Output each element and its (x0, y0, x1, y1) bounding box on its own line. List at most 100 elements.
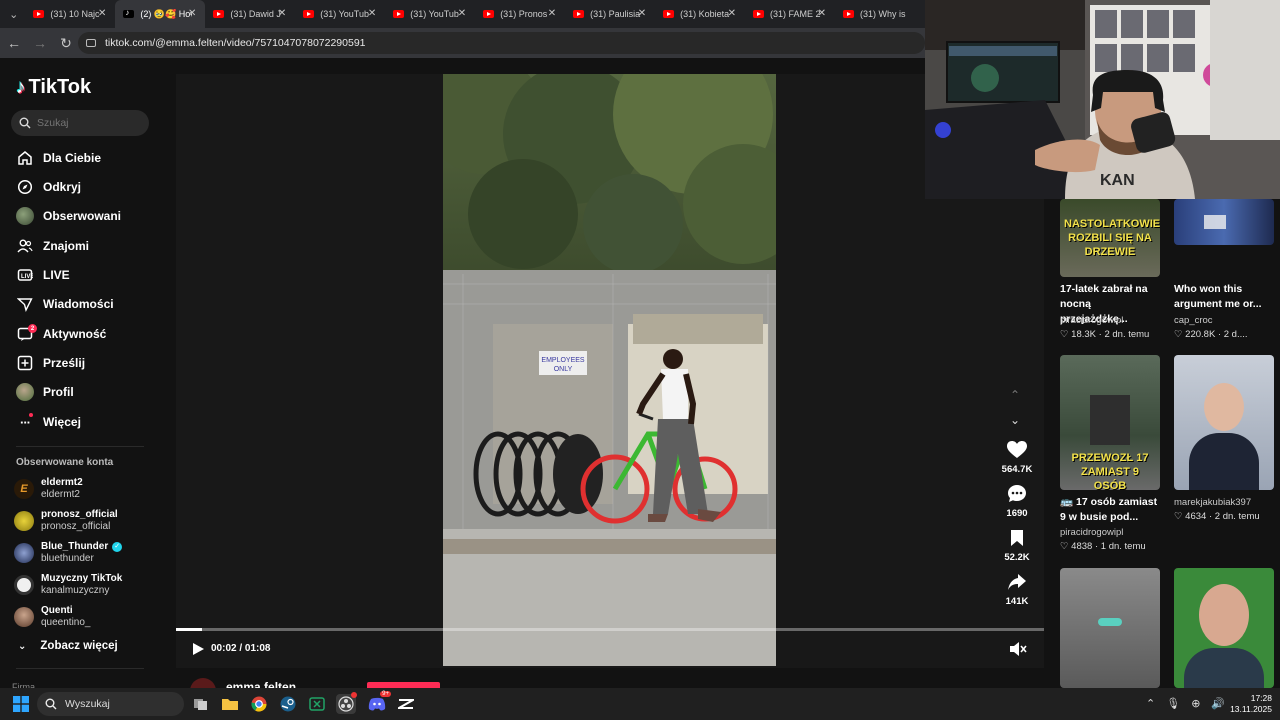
browser-tab[interactable]: (31) 10 Najc ✕ (25, 0, 115, 28)
see-more-button[interactable]: ⌄ Zobacz więcej (18, 640, 118, 652)
nav-label: LIVE (43, 268, 70, 282)
recommendation-meta: ♡ 4634 · 2 dn. temu (1174, 511, 1260, 522)
thumbnail-overlay-text: PRZEWOZŁ 17 ZAMIAST 9 OSÓB (1071, 452, 1149, 490)
nav-upload[interactable]: Prześlij (16, 352, 85, 374)
avatar: E (14, 479, 34, 499)
browser-tab[interactable]: (31) Paulisia ✕ (565, 0, 655, 28)
close-tab-icon[interactable]: ✕ (728, 8, 736, 19)
discord-icon[interactable]: 9+ (367, 691, 391, 714)
author-name[interactable]: emma.felten (226, 680, 296, 688)
steam-icon[interactable] (278, 694, 298, 714)
close-tab-icon[interactable]: ✕ (98, 8, 106, 19)
nav-live[interactable]: LIVE LIVE (16, 264, 70, 286)
browser-tab[interactable]: (31) Dawid J ✕ (205, 0, 295, 28)
next-video-icon[interactable]: ⌄ (1010, 413, 1020, 427)
close-tab-icon[interactable]: ✕ (368, 8, 376, 19)
back-arrow-icon[interactable]: ← (2, 31, 26, 55)
chrome-icon[interactable] (249, 694, 269, 714)
recommendation-thumbnail[interactable] (1060, 568, 1160, 688)
site-info-icon[interactable] (86, 39, 96, 47)
tiktok-logo[interactable]: ♪ TikTok (16, 76, 91, 99)
task-view-icon[interactable] (191, 694, 211, 714)
play-icon[interactable] (191, 642, 205, 656)
nav-following[interactable]: Obserwowani (16, 205, 121, 227)
close-tab-icon[interactable]: ✕ (548, 8, 556, 19)
nav-label: Aktywność (43, 327, 107, 341)
tab-title: (31) YouTub (410, 9, 459, 19)
recommendation-title[interactable]: Who won this argument me or... (1174, 282, 1274, 312)
capcut-icon[interactable] (396, 694, 416, 714)
chevron-up-icon[interactable]: ⌃ (1146, 697, 1155, 710)
recommendation-author[interactable]: marekjakubiak397 (1174, 497, 1251, 508)
close-tab-icon[interactable]: ✕ (188, 8, 196, 19)
browser-tab[interactable]: (31) FAME 2 ✕ (745, 0, 835, 28)
tab-title: (31) FAME 2 (770, 9, 821, 19)
search-icon (19, 117, 31, 129)
video-progress-bar[interactable] (176, 628, 1044, 631)
nav-friends[interactable]: Znajomi (16, 235, 89, 257)
browser-tab[interactable]: (31) YouTub ✕ (385, 0, 475, 28)
like-button[interactable]: 564.7K (992, 440, 1042, 475)
messages-icon (16, 295, 34, 313)
video-progress-fill (176, 628, 203, 631)
tab-title: (31) YouTub (320, 9, 369, 19)
tab-search-button[interactable]: ⌄ (2, 4, 25, 24)
heart-outline-icon: ♡ (1060, 541, 1069, 552)
bookmark-button[interactable]: 52.2K (992, 528, 1042, 563)
followed-account[interactable]: pronosz_official pronosz_official (14, 506, 118, 536)
recommendation-title[interactable]: 🚌 17 osób zamiast 9 w busie pod... (1060, 495, 1160, 525)
recommendation-thumbnail[interactable] (1174, 568, 1274, 688)
forward-arrow-icon[interactable]: → (28, 31, 52, 55)
recommendation-thumbnail[interactable]: PRZEWOZŁ 17 ZAMIAST 9 OSÓB (1060, 355, 1160, 490)
sign-text: ONLY (554, 366, 573, 373)
close-tab-icon[interactable]: ✕ (638, 8, 646, 19)
tab-title: (31) Paulisia (590, 9, 641, 19)
nav-label: Prześlij (43, 356, 86, 370)
file-explorer-icon[interactable] (220, 694, 240, 714)
nav-explore[interactable]: Odkryj (16, 176, 81, 198)
close-tab-icon[interactable]: ✕ (458, 8, 466, 19)
close-tab-icon[interactable]: ✕ (278, 8, 286, 19)
author-avatar[interactable] (190, 678, 216, 688)
search-box[interactable] (11, 110, 149, 136)
taskbar-search[interactable]: Wyszukaj (37, 692, 184, 716)
nav-more[interactable]: ··· Więcej (16, 411, 81, 433)
system-clock[interactable]: 17:28 13.11.2025 (1222, 693, 1272, 715)
browser-tab[interactable]: (31) Kobieta ✕ (655, 0, 745, 28)
followed-account[interactable]: Quenti queentino_ (14, 602, 91, 632)
recommendation-author[interactable]: piracidrogowipl (1060, 315, 1123, 326)
see-more-label: Zobacz więcej (40, 640, 118, 652)
recommendation-thumbnail[interactable]: NASTOLATKOWIE ROZBILI SIĘ NA DRZEWIE (1060, 199, 1160, 277)
recommendation-author[interactable]: piracidrogowipl (1060, 527, 1123, 538)
followed-account[interactable]: Blue_Thunder ✓ bluethunder (14, 538, 123, 568)
video-frame[interactable]: EMPLOYEES ONLY (443, 74, 776, 666)
close-tab-icon[interactable]: ✕ (818, 8, 826, 19)
windows-start-icon[interactable] (13, 696, 29, 712)
recommendation-thumbnail[interactable] (1174, 355, 1274, 490)
browser-tab-active[interactable]: (2) 🥹🥰 Hov✕ (115, 0, 206, 28)
recommendation-thumbnail[interactable] (1174, 199, 1274, 245)
nav-label: Więcej (43, 415, 81, 429)
network-icon[interactable]: ⊕ (1191, 697, 1200, 710)
microphone-icon[interactable]: 🎙 (1166, 697, 1180, 710)
recommendation-author[interactable]: cap_croc (1174, 315, 1213, 326)
excel-icon[interactable] (307, 694, 327, 714)
share-button[interactable]: 141K (992, 572, 1042, 607)
youtube-icon (33, 10, 45, 18)
reload-icon[interactable]: ↻ (54, 31, 78, 55)
nav-for-you[interactable]: Dla Ciebie (16, 147, 101, 169)
followed-account[interactable]: E eldermt2 eldermt2 (14, 474, 83, 504)
browser-tab[interactable]: (31) YouTub ✕ (295, 0, 385, 28)
browser-tab[interactable]: (31) Pronos ✕ (475, 0, 565, 28)
browser-tab[interactable]: (31) Why is (835, 0, 925, 28)
url-field[interactable]: tiktok.com/@emma.felten/video/7571047078… (78, 32, 925, 54)
search-input[interactable] (37, 117, 137, 129)
followed-account[interactable]: Muzyczny TikTok kanalmuzyczny (14, 570, 122, 600)
nav-profile[interactable]: Profil (16, 381, 74, 403)
obs-icon[interactable] (336, 692, 357, 714)
nav-activity[interactable]: 2 Aktywność (16, 323, 106, 345)
nav-messages[interactable]: Wiadomości (16, 293, 114, 315)
previous-video-icon[interactable]: ⌃ (1010, 388, 1020, 402)
comment-button[interactable]: 1690 (992, 484, 1042, 519)
muted-speaker-icon[interactable] (1009, 641, 1027, 657)
